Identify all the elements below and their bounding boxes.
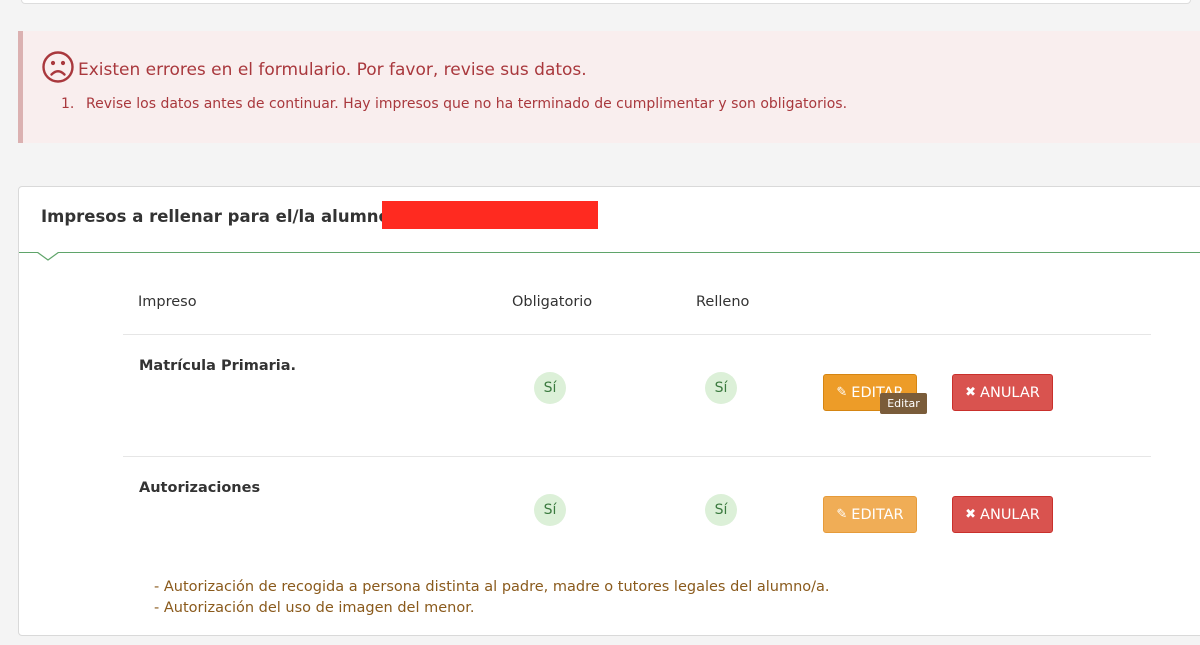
pencil-icon: ✎ <box>836 385 848 400</box>
header-notch <box>37 252 59 261</box>
relleno-badge: Sí <box>705 372 737 404</box>
x-icon: ✖ <box>965 385 977 400</box>
alert-title-text: Existen errores en el formulario. Por fa… <box>78 60 587 80</box>
panel-title: Impresos a rellenar para el/la alumno/a: <box>41 207 414 226</box>
panel-header: Impresos a rellenar para el/la alumno/a: <box>19 187 1200 253</box>
sad-face-icon <box>41 50 75 84</box>
authorization-notes: - Autorización de recogida a persona dis… <box>154 577 830 619</box>
obligatorio-badge: Sí <box>534 372 566 404</box>
cancel-button-autorizaciones[interactable]: ✖ ANULAR <box>952 496 1053 533</box>
row-name-matricula: Matrícula Primaria. <box>139 358 297 374</box>
cancel-button-label: ANULAR <box>980 506 1040 523</box>
column-header-relleno: Relleno <box>696 294 750 310</box>
edit-tooltip: Editar <box>880 393 927 414</box>
row-name-autorizaciones: Autorizaciones <box>139 480 261 496</box>
pencil-icon: ✎ <box>836 507 848 522</box>
alert-list: 1. Revise los datos antes de continuar. H… <box>61 96 847 112</box>
edit-button-label: EDITAR <box>851 506 904 523</box>
column-header-impreso: Impreso <box>138 294 197 310</box>
cancel-button-label: ANULAR <box>980 384 1040 401</box>
note-line: - Autorización de recogida a persona dis… <box>154 579 830 595</box>
row-divider <box>123 456 1151 457</box>
alert-title: Existen errores en el formulario. Por fa… <box>41 50 587 84</box>
error-alert: Existen errores en el formulario. Por fa… <box>18 31 1200 143</box>
x-icon: ✖ <box>965 507 977 522</box>
obligatorio-badge: Sí <box>534 494 566 526</box>
note-line: - Autorización del uso de imagen del men… <box>154 600 475 616</box>
top-panel <box>21 0 1191 4</box>
relleno-badge: Sí <box>705 494 737 526</box>
alert-list-item: 1. Revise los datos antes de continuar. H… <box>61 96 847 112</box>
alert-item-text: Revise los datos antes de continuar. Hay… <box>86 96 848 112</box>
column-header-obligatorio: Obligatorio <box>512 294 593 310</box>
forms-panel: Impresos a rellenar para el/la alumno/a:… <box>18 186 1200 636</box>
redacted-student-name <box>382 201 598 229</box>
cancel-button-matricula[interactable]: ✖ ANULAR <box>952 374 1053 411</box>
row-divider <box>123 334 1151 335</box>
edit-button-autorizaciones[interactable]: ✎ EDITAR <box>823 496 917 533</box>
alert-item-number: 1. <box>61 96 75 112</box>
